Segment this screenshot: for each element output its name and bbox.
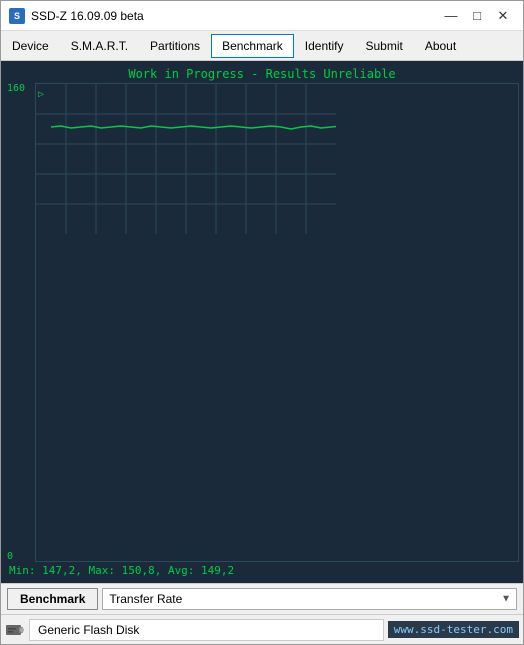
menu-item-device[interactable]: Device [1,34,60,58]
y-axis: 160 0 [5,83,35,562]
chart-stats: Min: 147,2, Max: 150,8, Avg: 149,2 [5,562,519,579]
menu-item-smart[interactable]: S.M.A.R.T. [60,34,139,58]
title-bar: S SSD-Z 16.09.09 beta — □ ✕ [1,1,523,31]
menu-item-identify[interactable]: Identify [294,34,355,58]
usb-drive-icon [5,621,25,639]
chart-title: Work in Progress - Results Unreliable [5,65,519,83]
chart-area: ▷ [35,83,519,562]
y-min-label: 0 [7,551,33,562]
svg-text:▷: ▷ [38,89,44,100]
y-max-label: 160 [7,83,33,94]
transfer-rate-select[interactable]: Transfer Rate Access Time Burst Rate [102,588,517,610]
main-window: S SSD-Z 16.09.09 beta — □ ✕ Device S.M.A… [0,0,524,645]
menu-bar: Device S.M.A.R.T. Partitions Benchmark I… [1,31,523,61]
app-icon: S [9,8,25,24]
title-bar-left: S SSD-Z 16.09.09 beta [9,8,144,24]
menu-item-about[interactable]: About [414,34,467,58]
drive-icon-container [5,620,25,640]
status-bar: Generic Flash Disk www.ssd-tester.com [1,614,523,644]
menu-item-benchmark[interactable]: Benchmark [211,34,294,58]
transfer-select-wrapper: Transfer Rate Access Time Burst Rate ▼ [102,588,517,610]
bottom-bar: Benchmark Transfer Rate Access Time Burs… [1,583,523,614]
menu-item-partitions[interactable]: Partitions [139,34,211,58]
benchmark-button[interactable]: Benchmark [7,588,98,610]
content-area: Work in Progress - Results Unreliable 16… [1,61,523,583]
close-button[interactable]: ✕ [491,6,515,26]
menu-item-submit[interactable]: Submit [354,34,413,58]
chart-grid-svg: ▷ [36,84,336,234]
website-label: www.ssd-tester.com [388,621,519,638]
window-controls: — □ ✕ [439,6,515,26]
minimize-button[interactable]: — [439,6,463,26]
maximize-button[interactable]: □ [465,6,489,26]
chart-wrapper: 160 0 [5,83,519,562]
disk-name: Generic Flash Disk [29,619,384,641]
window-title: SSD-Z 16.09.09 beta [31,9,144,23]
